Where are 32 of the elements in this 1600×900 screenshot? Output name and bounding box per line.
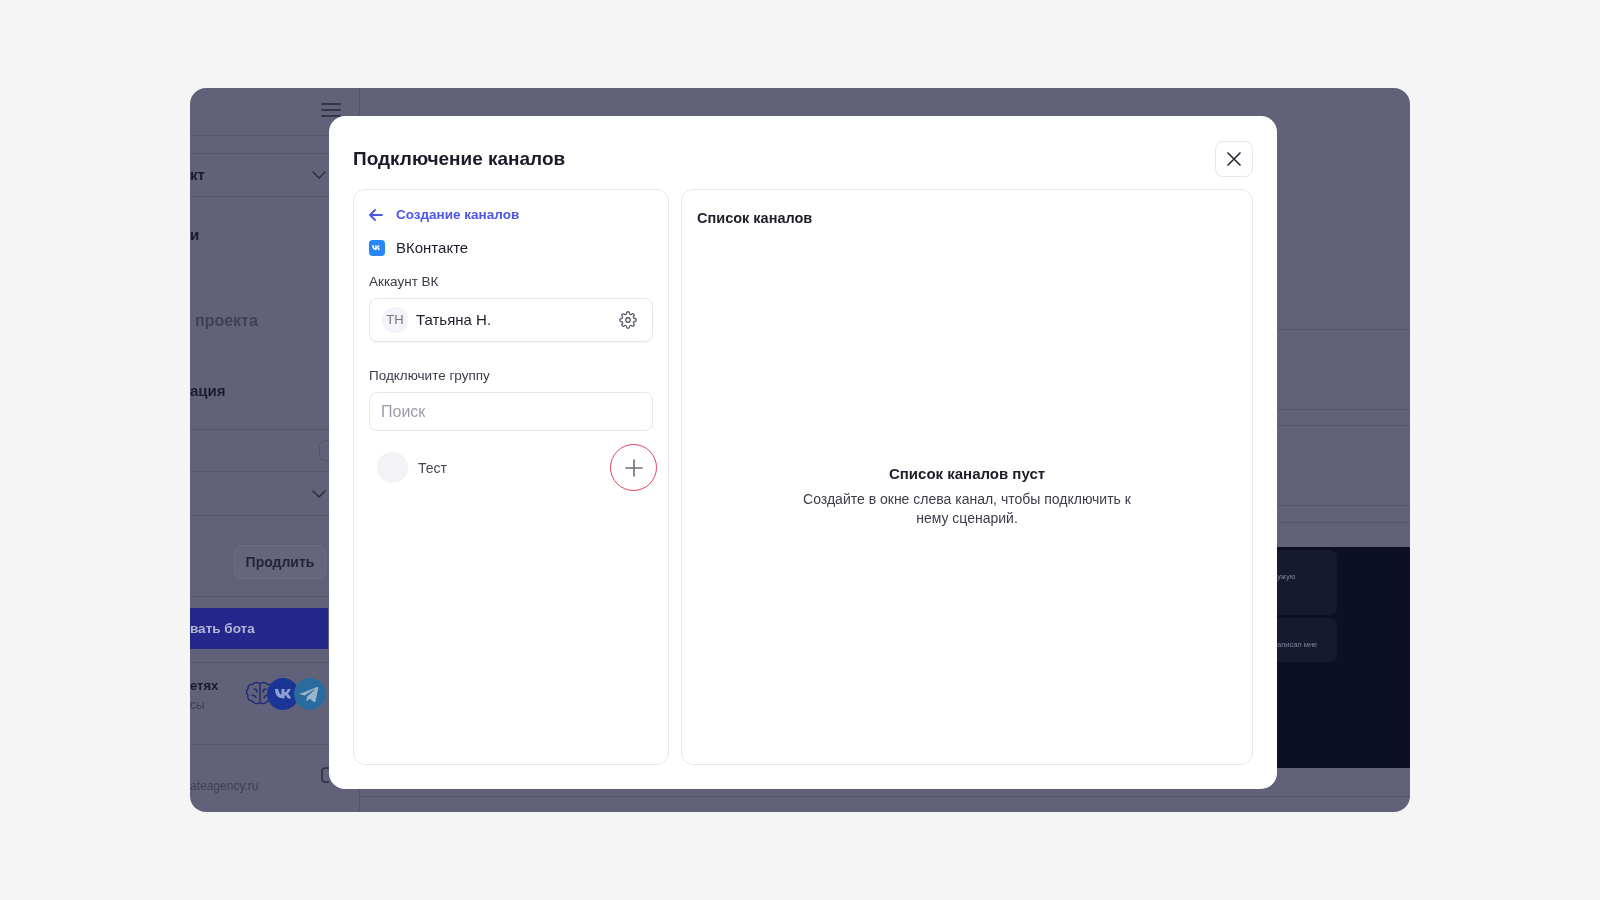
- empty-state-text: Создайте в окне слева канал, чтобы подключить к нему сценарий.: [802, 489, 1132, 528]
- paper-plane-icon[interactable]: [294, 678, 326, 710]
- field-label: Подключите группу: [369, 367, 491, 385]
- vk-logo-icon[interactable]: [267, 678, 299, 710]
- chevron-down-icon[interactable]: [312, 489, 326, 498]
- plus-icon: [624, 458, 643, 477]
- search-field[interactable]: Поиск: [369, 392, 653, 431]
- vk-logo-icon: [369, 240, 385, 256]
- close-icon: [1227, 152, 1241, 166]
- field-label: Аккаунт ВК: [369, 273, 440, 291]
- account-field[interactable]: ТН Татьяна Н.: [369, 298, 653, 342]
- chevron-down-icon[interactable]: [312, 171, 326, 179]
- bot-button[interactable]: вать бота: [190, 608, 328, 649]
- menu-icon[interactable]: [321, 103, 341, 117]
- initials-avatar: ТН: [382, 307, 408, 333]
- nav-item[interactable]: ация: [190, 382, 226, 400]
- group-name: Тест: [418, 458, 447, 477]
- arrow-left-icon: [369, 209, 383, 221]
- settings-icon[interactable]: [619, 311, 637, 329]
- close-button[interactable]: [1215, 141, 1253, 177]
- section-title: етях: [190, 678, 219, 694]
- platform-name: ВКонтакте: [396, 239, 469, 257]
- back-link[interactable]: Создание каналов: [369, 205, 520, 225]
- add-button[interactable]: [610, 444, 657, 491]
- nav-item[interactable]: кт: [190, 166, 205, 184]
- empty-state-title: Список каналов пуст: [888, 463, 1046, 484]
- modal-title: Подключение каналов: [353, 147, 566, 171]
- square-outline-icon[interactable]: [321, 767, 329, 783]
- renew-button[interactable]: Продлить: [234, 545, 326, 579]
- account-name: Татьяна Н.: [416, 311, 492, 329]
- nav-item[interactable]: и: [190, 226, 200, 244]
- panel-title: Список каналов: [697, 209, 814, 227]
